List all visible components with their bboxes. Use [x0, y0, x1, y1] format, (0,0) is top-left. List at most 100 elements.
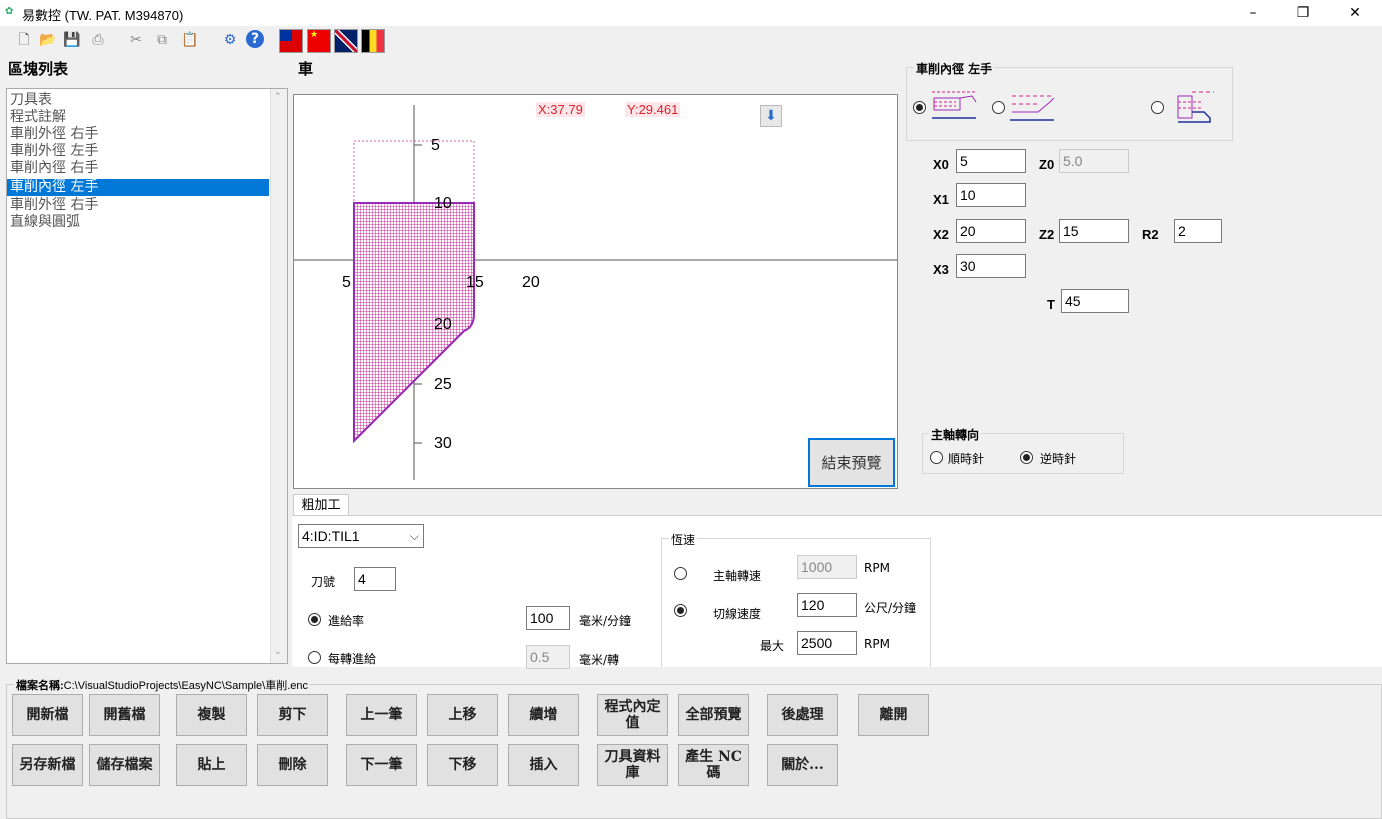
save-icon[interactable]: 💾 [62, 30, 82, 50]
surface-speed-label: 切線速度 [713, 607, 762, 621]
move-down-button[interactable]: 下移 [427, 744, 498, 786]
move-up-button[interactable]: 上移 [427, 694, 498, 736]
clockwise-label: 順時針 [948, 452, 985, 466]
feed-rate-radio[interactable] [308, 613, 321, 626]
copy-button[interactable]: 複製 [176, 694, 247, 736]
save-as-new-button[interactable]: 另存新檔 [12, 744, 83, 786]
z2-input[interactable]: 15 [1059, 219, 1129, 243]
belgium-flag-icon[interactable] [361, 29, 385, 53]
new-file-button[interactable]: 開新檔 [12, 694, 83, 736]
spindle-speed-label: 主軸轉速 [713, 569, 762, 583]
x3-input[interactable]: 30 [956, 254, 1026, 278]
tool-select[interactable]: 4:ID:TIL1 ⌵ [298, 524, 424, 548]
copy-icon[interactable]: ⧉ [152, 30, 172, 50]
x2-input[interactable]: 20 [956, 219, 1026, 243]
new-file-icon[interactable]: 🗋 [14, 30, 34, 50]
cut-icon[interactable]: ✂ [126, 30, 146, 50]
china-flag-icon[interactable]: ★ [307, 29, 331, 53]
scroll-up-icon[interactable]: ⌃ [274, 92, 282, 102]
x1-label: X1 [933, 192, 949, 207]
post-process-button[interactable]: 後處理 [767, 694, 838, 736]
toolpath-plot: 5 10 20 25 30 5 15 20 [294, 105, 897, 480]
list-item[interactable]: 直線與圓弧 [7, 214, 269, 231]
list-item[interactable]: 車削外徑 右手 [7, 197, 269, 214]
feed-per-rev-input[interactable]: 0.5 [526, 645, 570, 669]
settings-icon[interactable]: ⚙ [220, 30, 240, 50]
feed-per-rev-radio[interactable] [308, 651, 321, 664]
max-rpm-input[interactable]: 2500 [797, 631, 857, 655]
r2-input[interactable]: 2 [1174, 219, 1222, 243]
preview-all-button[interactable]: 全部預覽 [678, 694, 749, 736]
id-turning-profile-1-icon[interactable] [930, 88, 980, 124]
taiwan-flag-icon[interactable] [279, 29, 303, 53]
x0-input[interactable]: 5 [956, 149, 1026, 173]
z0-label: Z0 [1039, 157, 1055, 172]
exit-button[interactable]: 離開 [858, 694, 929, 736]
tool-select-value: 4:ID:TIL1 [302, 528, 360, 544]
app-logo-icon: ✿ [5, 6, 14, 17]
y-tick-label: 25 [434, 376, 452, 393]
counterclockwise-radio[interactable] [1020, 451, 1033, 464]
file-name-label: 檔案名稱: [16, 680, 64, 692]
list-item[interactable]: 車削外徑 左手 [7, 143, 269, 160]
max-rpm-unit: RPM [864, 637, 890, 651]
clockwise-radio[interactable] [930, 451, 943, 464]
download-arrow-icon[interactable]: ⬇ [760, 105, 782, 127]
paste-icon[interactable]: 📋 [180, 30, 200, 50]
next-button[interactable]: 下一筆 [346, 744, 417, 786]
x-tick-label: 5 [342, 274, 351, 291]
close-button[interactable]: ✕ [1332, 2, 1378, 24]
type-option-1-radio[interactable] [913, 101, 926, 114]
tab-rough-machining[interactable]: 粗加工 [293, 494, 349, 516]
block-list-header: 區塊列表 [8, 60, 69, 78]
delete-button[interactable]: 刪除 [257, 744, 328, 786]
about-button[interactable]: 關於... [767, 744, 838, 786]
tool-database-button[interactable]: 刀具資料庫 [597, 744, 668, 786]
x-tick-label: 20 [522, 274, 540, 291]
list-item[interactable]: 刀具表 [7, 92, 269, 109]
type-option-3-radio[interactable] [1151, 101, 1164, 114]
id-turning-profile-3-icon[interactable] [1172, 86, 1218, 126]
spindle-speed-unit: RPM [864, 561, 890, 575]
t-input[interactable]: 45 [1061, 289, 1129, 313]
feed-rate-input[interactable]: 100 [526, 606, 570, 630]
list-item[interactable]: 程式註解 [7, 109, 269, 126]
save-file-button[interactable]: 儲存檔案 [89, 744, 160, 786]
uk-flag-icon[interactable] [334, 29, 358, 53]
list-item-selected[interactable]: 車削內徑 左手 [7, 179, 269, 196]
minimize-button[interactable]: – [1230, 2, 1276, 24]
preview-canvas[interactable]: 5 10 20 25 30 5 15 20 X:37.79 Y:29.461 ⬇ [293, 94, 898, 489]
type-option-2-radio[interactable] [992, 101, 1005, 114]
open-folder-icon[interactable]: 📂 [38, 30, 58, 50]
feed-rate-label: 進給率 [328, 614, 365, 628]
block-list[interactable]: 刀具表 程式註解 車削外徑 右手 車削外徑 左手 車削內徑 右手 車削內徑 左手… [6, 88, 288, 664]
surface-speed-input[interactable]: 120 [797, 593, 857, 617]
max-rpm-label: 最大 [760, 639, 785, 653]
list-item[interactable]: 車削外徑 右手 [7, 126, 269, 143]
surface-speed-radio[interactable] [674, 604, 687, 617]
append-button[interactable]: 續增 [508, 694, 579, 736]
x3-label: X3 [933, 262, 949, 277]
previous-button[interactable]: 上一筆 [346, 694, 417, 736]
spindle-speed-radio[interactable] [674, 567, 687, 580]
x1-input[interactable]: 10 [956, 183, 1026, 207]
help-icon[interactable]: ? [246, 30, 264, 48]
print-icon[interactable]: ⎙ [88, 30, 108, 50]
restore-button[interactable]: ❐ [1280, 2, 1326, 24]
scroll-down-icon[interactable]: ⌄ [274, 647, 282, 657]
list-scrollbar[interactable]: ⌃ ⌄ [270, 89, 287, 663]
z0-input[interactable]: 5.0 [1059, 149, 1129, 173]
cut-button[interactable]: 剪下 [257, 694, 328, 736]
y-tick-label: 10 [434, 195, 452, 212]
insert-button[interactable]: 插入 [508, 744, 579, 786]
id-turning-profile-2-icon[interactable] [1008, 88, 1058, 124]
tool-number-input[interactable]: 4 [354, 567, 396, 591]
paste-button[interactable]: 貼上 [176, 744, 247, 786]
y-coordinate-readout: Y:29.461 [625, 102, 681, 117]
open-file-button[interactable]: 開舊檔 [89, 694, 160, 736]
spindle-speed-input[interactable]: 1000 [797, 555, 857, 579]
end-preview-button[interactable]: 結束預覽 [808, 438, 895, 487]
program-defaults-button[interactable]: 程式內定值 [597, 694, 668, 736]
generate-nc-button[interactable]: 產生 NC 碼 [678, 744, 749, 786]
list-item[interactable]: 車削內徑 右手 [7, 160, 269, 177]
